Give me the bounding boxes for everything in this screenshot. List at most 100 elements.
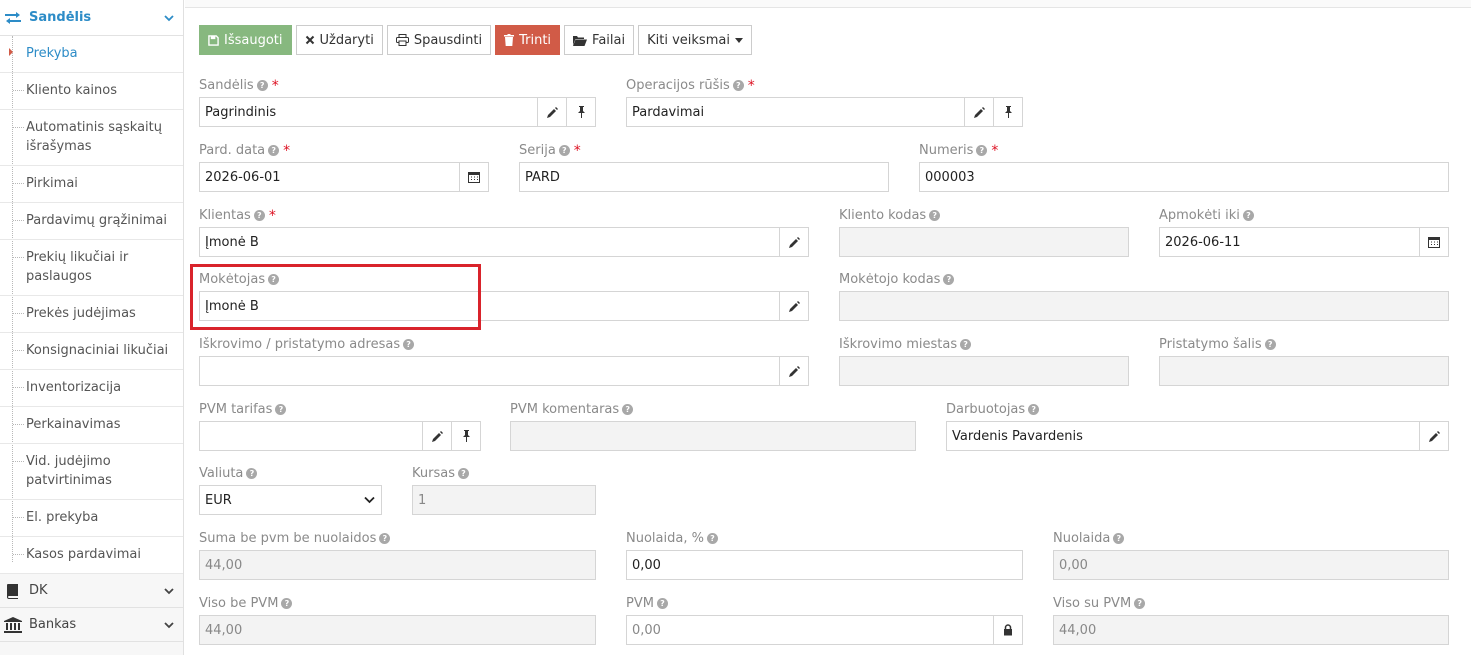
pin-button[interactable]: [451, 422, 480, 450]
help-icon[interactable]: ?: [457, 468, 469, 479]
pencil-icon: [788, 300, 800, 312]
more-actions-button[interactable]: Kiti veiksmai: [638, 25, 752, 55]
viso-be-pvm-input: 44,00: [205, 622, 243, 638]
nav-dk-label: DK: [29, 583, 48, 598]
pin-button[interactable]: [993, 98, 1022, 126]
field-nuolaida: Nuolaida? 0,00: [1053, 530, 1449, 580]
calendar-button[interactable]: [1419, 228, 1448, 256]
help-icon[interactable]: ?: [256, 80, 268, 91]
serija-input[interactable]: PARD: [520, 163, 888, 191]
edit-button[interactable]: [964, 98, 993, 126]
adresas-input[interactable]: [200, 357, 779, 385]
help-icon[interactable]: ?: [379, 533, 391, 544]
sidebar-item-prekyba[interactable]: Prekyba: [0, 36, 183, 73]
nuolaida-proc-input[interactable]: 0,00: [627, 551, 1022, 579]
pencil-icon: [431, 430, 443, 442]
field-adresas: Iškrovimo / pristatymo adresas?: [199, 336, 809, 386]
help-icon[interactable]: ?: [656, 598, 668, 609]
help-icon[interactable]: ?: [943, 274, 955, 285]
nav-sandelis[interactable]: Sandėlis: [0, 0, 183, 36]
help-icon[interactable]: ?: [1028, 404, 1040, 415]
help-icon[interactable]: ?: [960, 339, 972, 350]
top-bar: [185, 0, 1471, 8]
help-icon[interactable]: ?: [732, 80, 744, 91]
field-pvm: PVM? 0,00: [626, 595, 1023, 645]
sidebar-item-el-prekyba[interactable]: El. prekyba: [0, 500, 183, 537]
chevron-down-icon: [163, 585, 175, 597]
sidebar-item-perkainavimas[interactable]: Perkainavimas: [0, 407, 183, 444]
sidebar-item-inventorizacija[interactable]: Inventorizacija: [0, 370, 183, 407]
sidebar-item-konsignaciniai-likuciai[interactable]: Konsignaciniai likučiai: [0, 333, 183, 370]
field-moketojas: Mokėtojas? Įmonė B: [199, 271, 809, 321]
help-icon[interactable]: ?: [622, 404, 634, 415]
pin-icon: [462, 430, 470, 442]
suma-be-pvm-input: 44,00: [205, 557, 243, 573]
nav-dk[interactable]: DK: [0, 574, 183, 608]
calendar-icon: [468, 172, 480, 183]
sidebar-item-kasos-pardavimai[interactable]: Kasos pardavimai: [0, 537, 183, 574]
operacijos-rusis-input[interactable]: Pardavimai: [627, 98, 964, 126]
pencil-icon: [788, 365, 800, 377]
print-icon: [395, 34, 409, 46]
help-icon[interactable]: ?: [246, 468, 258, 479]
edit-button[interactable]: [779, 357, 808, 385]
darbuotojas-input[interactable]: Vardenis Pavardenis: [947, 422, 1419, 450]
pard-data-input[interactable]: 2026-06-01: [200, 163, 459, 191]
apmoketi-iki-input[interactable]: 2026-06-11: [1160, 228, 1419, 256]
help-icon[interactable]: ?: [275, 404, 287, 415]
nav-sandelis-label: Sandėlis: [29, 10, 92, 25]
sidebar-item-kliento-kainos[interactable]: Kliento kainos: [0, 73, 183, 110]
help-icon[interactable]: ?: [281, 598, 293, 609]
field-numeris: Numeris? * 000003: [919, 142, 1449, 192]
pvm-input[interactable]: 0,00: [627, 616, 993, 644]
field-pristatymo-salis: Pristatymo šalis?: [1159, 336, 1449, 386]
edit-button[interactable]: [779, 292, 808, 320]
sidebar-item-prekiu-likuciai[interactable]: Prekių likučiai ir paslaugos: [0, 240, 183, 296]
valiuta-select[interactable]: EUR: [199, 485, 382, 515]
edit-button[interactable]: [537, 98, 566, 126]
help-icon[interactable]: ?: [268, 145, 280, 156]
sidebar-item-pardavimu-grazinimai[interactable]: Pardavimų grąžinimai: [0, 203, 183, 240]
sidebar-item-pirkimai[interactable]: Pirkimai: [0, 166, 183, 203]
help-icon[interactable]: ?: [1264, 339, 1276, 350]
help-icon[interactable]: ?: [1134, 598, 1146, 609]
sandelis-input[interactable]: Pagrindinis: [200, 98, 537, 126]
sidebar-item-automatinis-israsymas[interactable]: Automatinis sąskaitų išrašymas: [0, 110, 183, 166]
calendar-button[interactable]: [459, 163, 488, 191]
help-icon[interactable]: ?: [1242, 210, 1254, 221]
field-kursas: Kursas? 1: [412, 465, 596, 515]
edit-button[interactable]: [1419, 422, 1448, 450]
save-button[interactable]: Išsaugoti: [199, 25, 292, 55]
files-button[interactable]: Failai: [564, 25, 635, 55]
pin-icon: [577, 106, 585, 118]
field-viso-be-pvm: Viso be PVM? 44,00: [199, 595, 596, 645]
edit-button[interactable]: [422, 422, 451, 450]
help-icon[interactable]: ?: [558, 145, 570, 156]
help-icon[interactable]: ?: [1113, 533, 1125, 544]
sidebar: Sandėlis Prekyba Kliento kainos Automati…: [0, 0, 184, 655]
print-button[interactable]: Spausdinti: [386, 25, 492, 55]
nav-bankas[interactable]: Bankas: [0, 608, 183, 642]
kliento-kodas-input: [840, 228, 1128, 256]
toolbar: Išsaugoti Uždaryti Spausdinti Trinti Fai…: [199, 25, 752, 55]
lock-button[interactable]: [993, 616, 1022, 644]
numeris-input[interactable]: 000003: [920, 163, 1448, 191]
help-icon[interactable]: ?: [268, 274, 280, 285]
field-darbuotojas: Darbuotojas? Vardenis Pavardenis: [946, 401, 1449, 451]
field-serija: Serija? * PARD: [519, 142, 889, 192]
edit-button[interactable]: [779, 228, 808, 256]
sidebar-item-prekes-judejimas[interactable]: Prekės judėjimas: [0, 296, 183, 333]
delete-button[interactable]: Trinti: [495, 25, 561, 55]
help-icon[interactable]: ?: [976, 145, 988, 156]
help-icon[interactable]: ?: [706, 533, 718, 544]
field-suma-be-pvm: Suma be pvm be nuolaidos? 44,00: [199, 530, 596, 580]
moketojas-input[interactable]: Įmonė B: [200, 292, 779, 320]
help-icon[interactable]: ?: [403, 339, 415, 350]
close-button[interactable]: Uždaryti: [295, 25, 383, 55]
pvm-tarifas-input[interactable]: [200, 422, 422, 450]
klientas-input[interactable]: Įmonė B: [200, 228, 779, 256]
sidebar-item-vid-judejimo-patvirtinimas[interactable]: Vid. judėjimo patvirtinimas: [0, 444, 183, 500]
help-icon[interactable]: ?: [253, 210, 265, 221]
pin-button[interactable]: [566, 98, 595, 126]
help-icon[interactable]: ?: [929, 210, 941, 221]
